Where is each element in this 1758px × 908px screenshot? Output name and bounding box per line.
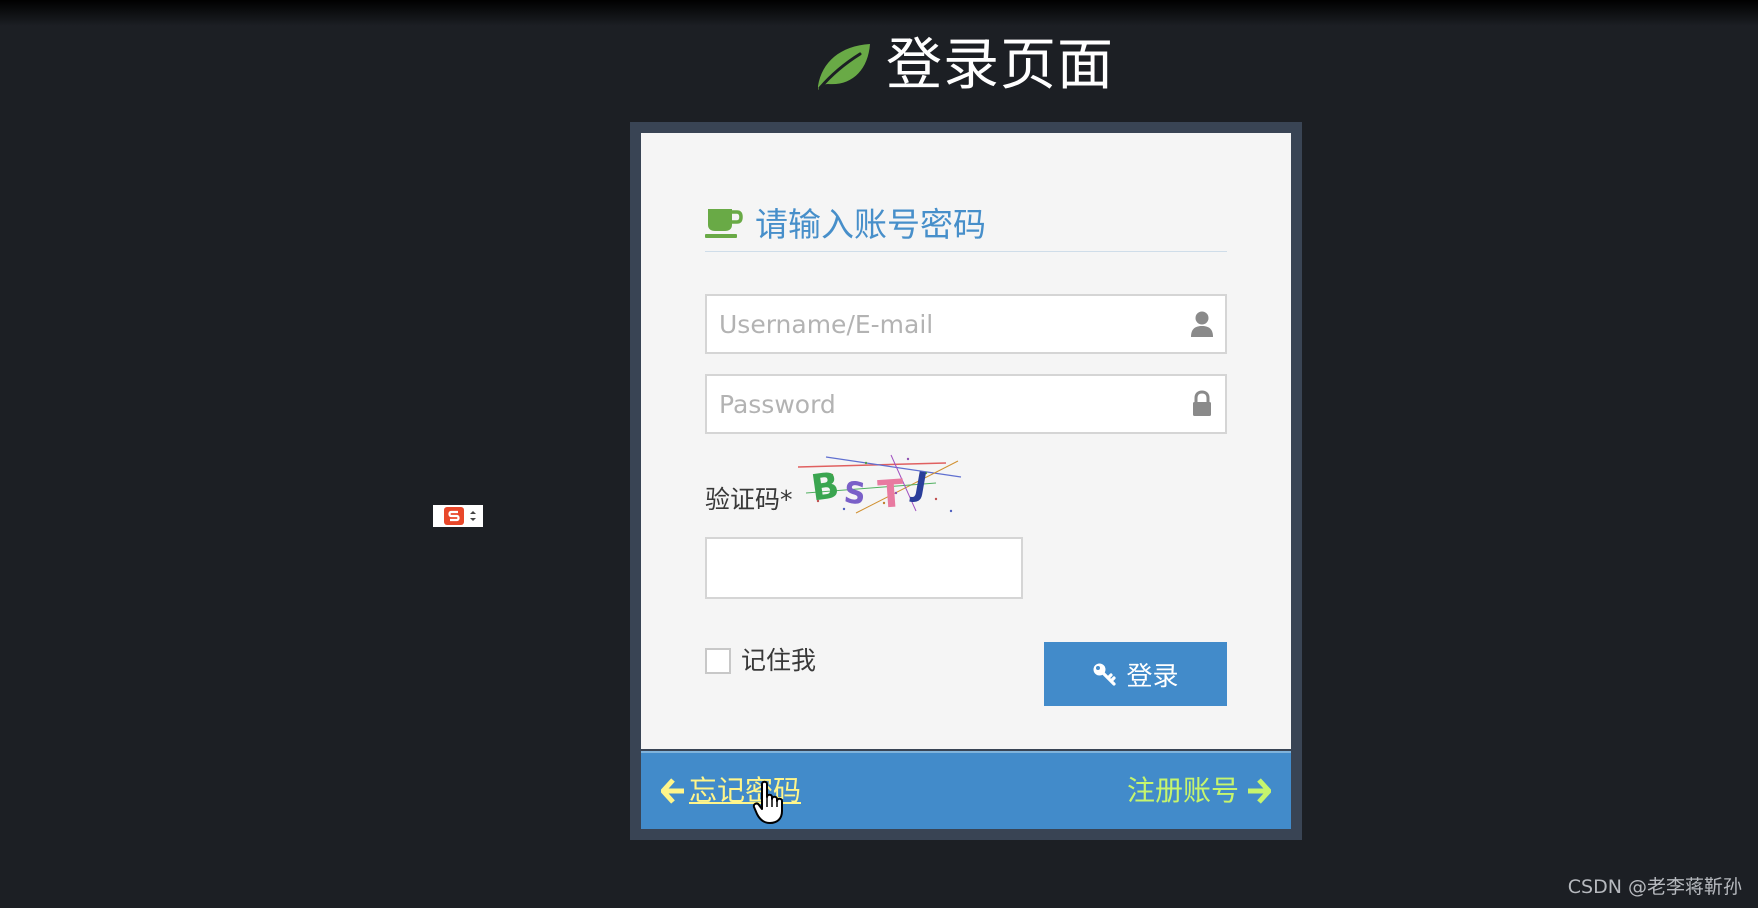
svg-text:T: T <box>876 471 905 517</box>
user-icon <box>1191 311 1213 337</box>
key-icon <box>1093 663 1117 686</box>
remember-me-checkbox[interactable] <box>705 648 731 674</box>
hand-cursor-icon <box>752 780 783 824</box>
captcha-image[interactable]: B S T J <box>796 453 964 517</box>
captcha-input[interactable] <box>707 539 1021 597</box>
arrow-right-icon <box>1248 778 1271 804</box>
captcha-label: 验证码* <box>705 485 793 514</box>
coffee-cup-icon <box>705 209 743 238</box>
password-input[interactable] <box>707 376 1225 432</box>
svg-text:B: B <box>809 465 842 509</box>
top-shade <box>0 0 1758 26</box>
register-label[interactable]: 注册账号 <box>1127 773 1239 809</box>
register-link[interactable]: 注册账号 <box>1127 773 1271 809</box>
input-widget[interactable] <box>433 505 483 527</box>
svg-text:S: S <box>842 475 867 512</box>
captcha-field[interactable] <box>705 537 1023 599</box>
s-logo-icon <box>444 507 464 525</box>
login-card: 请输入账号密码 验证码* <box>630 122 1302 840</box>
card-footer: 忘记密码 注册账号 <box>641 751 1291 829</box>
form-header: 请输入账号密码 <box>705 205 1227 252</box>
login-button-label: 登录 <box>1126 661 1179 692</box>
leaf-icon <box>818 44 870 90</box>
password-field[interactable] <box>705 374 1227 434</box>
login-page: 登录页面 请输入账号密码 Username/E-mail 验证码* B S T … <box>0 0 1758 908</box>
page-header: 登录页面 <box>812 34 1114 98</box>
watermark: CSDN @老李蒋靳孙 <box>1567 876 1742 898</box>
login-form: 请输入账号密码 验证码* <box>641 133 1291 749</box>
remember-me[interactable]: 记住我 <box>705 644 816 678</box>
username-field[interactable] <box>705 294 1227 354</box>
username-input[interactable] <box>707 296 1225 352</box>
arrow-left-icon <box>661 778 684 804</box>
spinner-arrows-icon[interactable] <box>469 509 477 523</box>
lock-icon <box>1193 390 1211 416</box>
login-button[interactable]: 登录 <box>1044 642 1227 706</box>
page-title: 登录页面 <box>886 33 1114 98</box>
remember-me-label[interactable]: 记住我 <box>741 644 816 678</box>
form-heading: 请输入账号密码 <box>755 205 986 244</box>
